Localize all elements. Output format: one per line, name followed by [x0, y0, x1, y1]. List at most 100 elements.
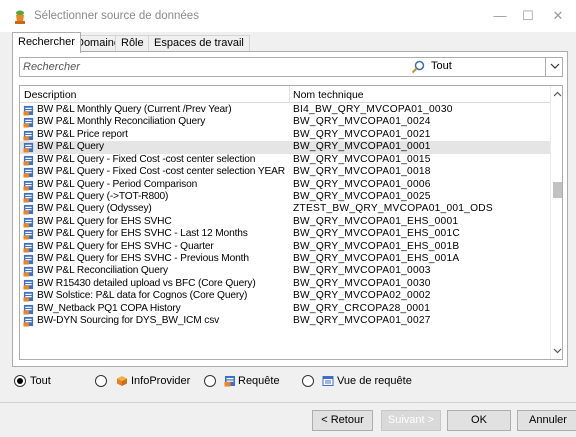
query-icon [23, 168, 34, 178]
radio-label: Vue de requête [337, 375, 412, 387]
ok-button[interactable]: OK [447, 410, 511, 431]
query-view-icon [322, 376, 334, 386]
table-row[interactable]: BW P&L Price report BW_QRY_MVCOPA01_0021 [20, 129, 550, 141]
query-icon [23, 130, 34, 141]
query-icon [23, 180, 34, 191]
row-technical-name: BW_QRY_MVCOPA01_0001 [293, 141, 431, 153]
table-body: BW P&L Monthly Query (Current /Prev Year… [20, 104, 550, 359]
scope-divider [545, 58, 546, 76]
radio-label: Tout [30, 375, 51, 387]
radio-infoprovider[interactable]: InfoProvider [95, 372, 195, 390]
table-row[interactable]: BW P&L Query - Fixed Cost -cost center s… [20, 166, 550, 178]
back-button[interactable]: < Retour [312, 410, 373, 431]
table-header: Description Nom technique [20, 86, 550, 103]
row-description: BW P&L Query for EHS SVHC - Quarter [37, 240, 214, 252]
query-icon [23, 304, 34, 315]
table-row[interactable]: BW P&L Query for EHS SVHC - Previous Mon… [20, 253, 550, 265]
radio-vue-de-requete[interactable]: Vue de requête [302, 372, 412, 390]
table-row[interactable]: BW P&L Query for EHS SVHC - Quarter BW_QR… [20, 241, 550, 253]
radio-button[interactable] [14, 375, 26, 387]
tab-role[interactable]: Rôle [115, 35, 150, 52]
next-button[interactable]: Suivant > [381, 410, 441, 431]
app-icon [15, 10, 25, 24]
scrollbar-thumb[interactable] [553, 182, 562, 198]
row-description: BW Solstice: P&L data for Cognos (Core Q… [37, 290, 248, 302]
row-technical-name: BW_QRY_MVCOPA01_0018 [293, 166, 431, 178]
table-row[interactable]: BW P&L Query (Odyssey) ZTEST_BW_QRY_MVCOP… [20, 203, 550, 215]
radio-tout[interactable]: Tout [14, 372, 74, 390]
table-row[interactable]: BW P&L Query (->TOT-R800) BW_QRY_MVCOPA01… [20, 191, 550, 203]
column-divider[interactable] [289, 86, 290, 103]
search-scope-value[interactable]: Tout [431, 60, 452, 72]
radio-button[interactable] [95, 375, 107, 387]
row-technical-name: BW_QRY_MVCOPA01_EHS_001A [293, 253, 460, 265]
row-description: BW_Netback PQ1 COPA History [37, 302, 181, 314]
results-table: Description Nom technique BW P&L Monthly… [19, 85, 563, 360]
table-row[interactable]: BW P&L Monthly Reconciliation Query BW_QR… [20, 116, 550, 128]
row-description: BW P&L Monthly Query (Current /Prev Year… [37, 104, 232, 115]
query-icon [23, 230, 34, 240]
radio-button[interactable] [302, 375, 314, 387]
row-technical-name: BW_QRY_MVCOPA01_0024 [293, 116, 431, 128]
row-description: BW P&L Query (->TOT-R800) [37, 190, 169, 202]
radio-button[interactable] [204, 375, 216, 387]
maximize-button[interactable]: ☐ [518, 6, 538, 26]
table-row[interactable]: BW P&L Query for EHS SVHC - Last 12 Mont… [20, 228, 550, 240]
row-description: BW-DYN Sourcing for DYS_BW_ICM csv [37, 315, 220, 327]
column-header-technical-name[interactable]: Nom technique [293, 89, 364, 101]
table-row[interactable]: BW P&L Query for EHS SVHC BW_QRY_MVCOPA01… [20, 216, 550, 228]
cancel-button[interactable]: Annuler [517, 410, 576, 431]
close-button[interactable]: ✕ [548, 6, 568, 26]
row-technical-name: BW_QRY_MVCOPA01_EHS_001C [293, 228, 460, 240]
column-header-description[interactable]: Description [24, 89, 77, 101]
query-icon [23, 105, 34, 116]
row-technical-name: BW_QRY_MVCOPA01_EHS_0001 [293, 215, 459, 227]
table-row[interactable]: BW R15430 detailed upload vs BFC (Core Q… [20, 278, 550, 290]
table-row[interactable]: BW_Netback PQ1 COPA History BW_QRY_CRCOPA… [20, 303, 550, 315]
tab-rechercher[interactable]: Rechercher [12, 32, 81, 53]
radio-label: InfoProvider [131, 375, 191, 387]
table-row[interactable]: BW P&L Reconciliation Query BW_QRY_MVCOPA… [20, 265, 550, 277]
row-description: BW P&L Reconciliation Query [37, 265, 168, 277]
row-description: BW P&L Query for EHS SVHC - Previous Mon… [37, 253, 249, 265]
radio-label: Requête [238, 375, 280, 387]
query-icon [23, 242, 34, 253]
row-technical-name: BW_QRY_MVCOPA01_0030 [293, 277, 431, 289]
vertical-scrollbar[interactable] [550, 86, 563, 359]
search-icon[interactable] [411, 60, 425, 74]
row-description: BW P&L Query (Odyssey) [37, 203, 152, 215]
type-filter-group: Tout InfoProvider Requête Vue de requête [14, 372, 574, 390]
row-technical-name: BW_QRY_MVCOPA01_0003 [293, 265, 431, 277]
query-icon [23, 254, 34, 265]
scroll-down-icon[interactable] [551, 345, 563, 357]
row-technical-name: BW_QRY_MVCOPA01_0027 [293, 315, 431, 327]
row-technical-name: BW_QRY_MVCOPA01_0006 [293, 178, 431, 190]
row-description: BW P&L Query for EHS SVHC - Last 12 Mont… [37, 228, 248, 240]
radio-requete[interactable]: Requête [204, 372, 284, 390]
table-row[interactable]: BW P&L Query BW_QRY_MVCOPA01_0001 [20, 141, 550, 154]
table-row[interactable]: BW P&L Query - Period Comparison BW_QRY_M… [20, 179, 550, 191]
cube-icon [117, 376, 127, 386]
search-input[interactable] [23, 60, 403, 74]
query-icon [23, 118, 34, 128]
table-row[interactable]: BW-DYN Sourcing for DYS_BW_ICM csv BW_QRY… [20, 315, 550, 327]
chevron-down-icon[interactable] [550, 61, 560, 71]
query-icon [23, 279, 34, 290]
table-row[interactable]: BW P&L Query - Fixed Cost -cost center s… [20, 154, 550, 166]
row-description: BW R15430 detailed upload vs BFC (Core Q… [37, 277, 256, 289]
query-icon [23, 143, 34, 153]
table-row[interactable]: BW Solstice: P&L data for Cognos (Core Q… [20, 290, 550, 302]
minimize-button[interactable]: — [490, 6, 510, 26]
query-icon [23, 205, 34, 215]
scroll-up-icon[interactable] [551, 88, 563, 100]
tab-espaces-de-travail[interactable]: Espaces de travail [148, 35, 250, 52]
query-icon [23, 155, 34, 166]
row-technical-name: BW_QRY_MVCOPA01_0015 [293, 153, 431, 165]
query-icon [23, 317, 34, 327]
footer-divider [0, 402, 576, 403]
table-row[interactable]: BW P&L Monthly Query (Current /Prev Year… [20, 104, 550, 116]
row-description: BW P&L Monthly Reconciliation Query [37, 116, 206, 128]
window-title: Sélectionner source de données [34, 10, 199, 22]
row-technical-name: BI4_BW_QRY_MVCOPA01_0030 [293, 104, 453, 115]
row-description: BW P&L Query for EHS SVHC [37, 215, 172, 227]
